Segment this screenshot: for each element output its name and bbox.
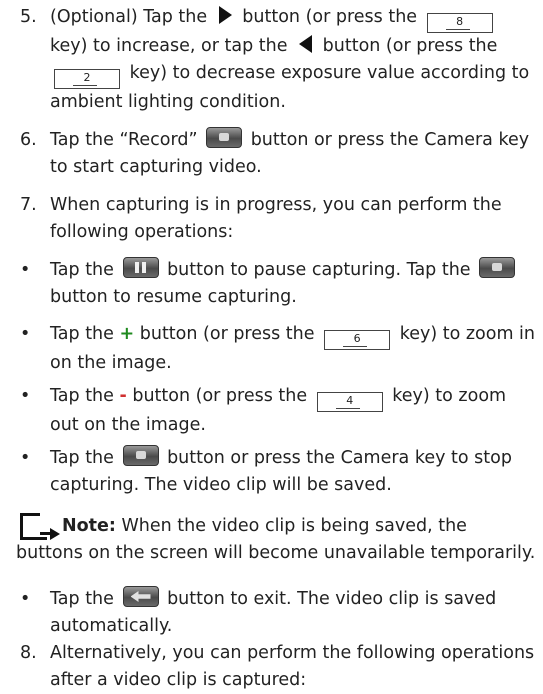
note: Note: When the video clip is being saved… (16, 513, 537, 567)
bullet-stop: • Tap the button or press the Camera key… (20, 445, 537, 499)
bullet-exit: • Tap the button to exit. The video clip… (20, 586, 537, 640)
bullet-zoom-in: • Tap the + button (or press the 6 key) … (20, 321, 537, 377)
step-number: 6. (20, 130, 37, 150)
step-text: When capturing is in progress, you can p… (50, 195, 502, 242)
step-number: 5. (20, 7, 37, 27)
step-text: (Optional) Tap the button (or press the … (50, 6, 530, 112)
note-icon (20, 513, 66, 543)
zoom-in-icon: + (119, 324, 135, 344)
stop-button-icon (122, 445, 159, 466)
step-7: 7. When capturing is in progress, you ca… (20, 192, 537, 246)
bullet-zoom-out: • Tap the - button (or press the 4 key) … (20, 383, 537, 439)
bullet-text: Tap the button to exit. The video clip i… (50, 586, 537, 640)
step-number: 8. (20, 643, 37, 663)
note-text: Note: When the video clip is being saved… (16, 516, 536, 563)
step-text: Tap the “Record” button or press the Cam… (50, 127, 537, 181)
left-triangle-icon (299, 35, 313, 53)
manual-page: 5. (Optional) Tap the button (or press t… (0, 0, 543, 693)
record-button-icon (479, 257, 516, 278)
zoom-out-icon: - (119, 386, 127, 406)
key-6-icon: 6 (324, 330, 391, 350)
pause-button-icon (122, 257, 159, 278)
right-triangle-icon (218, 6, 232, 24)
step-text: Alternatively, you can perform the follo… (50, 643, 535, 690)
bullet-text: Tap the + button (or press the 6 key) to… (50, 324, 536, 373)
bullet-mark: • (20, 260, 31, 280)
step-5: 5. (Optional) Tap the button (or press t… (20, 4, 537, 116)
record-button-icon (206, 127, 243, 148)
back-arrow-button-icon (122, 586, 159, 607)
bullet-text: Tap the button or press the Camera key t… (50, 445, 537, 499)
key-4-icon: 4 (316, 392, 383, 412)
key-8-icon: 8 (426, 13, 493, 33)
bullet-mark: • (20, 324, 31, 344)
bullet-mark: • (20, 589, 31, 609)
bullet-pause: • Tap the button to pause capturing. Tap… (20, 257, 537, 311)
note-label: Note: (62, 516, 116, 536)
bullet-text: Tap the button to pause capturing. Tap t… (50, 257, 537, 311)
step-6: 6. Tap the “Record” button or press the … (20, 127, 537, 181)
step-number: 7. (20, 195, 37, 215)
bullet-text: Tap the - button (or press the 4 key) to… (50, 386, 507, 435)
bullet-mark: • (20, 448, 31, 468)
bullet-mark: • (20, 386, 31, 406)
key-2-icon: 2 (54, 69, 120, 89)
step-8: 8. Alternatively, you can perform the fo… (20, 640, 537, 694)
